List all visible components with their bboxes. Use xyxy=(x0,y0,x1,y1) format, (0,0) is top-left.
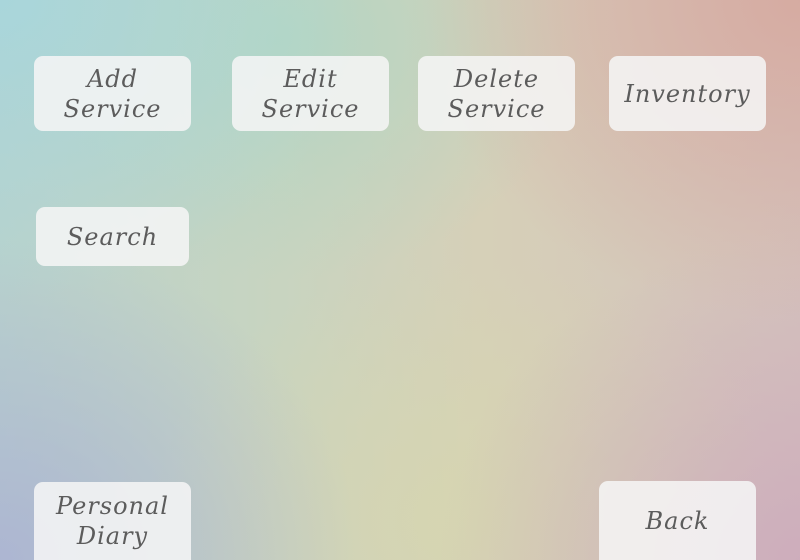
inventory-button[interactable]: Inventory xyxy=(609,56,766,131)
back-button[interactable]: Back xyxy=(599,481,756,560)
add-service-button[interactable]: Add Service xyxy=(34,56,191,131)
edit-service-button[interactable]: Edit Service xyxy=(232,56,389,131)
inventory-label: Inventory xyxy=(624,79,751,108)
delete-service-label: Delete Service xyxy=(447,64,546,123)
personal-diary-label: Personal Diary xyxy=(56,492,169,550)
search-label: Search xyxy=(66,222,159,251)
delete-service-button[interactable]: Delete Service xyxy=(418,56,575,131)
personal-diary-button[interactable]: Personal Diary xyxy=(34,482,191,560)
back-label: Back xyxy=(645,506,710,535)
edit-service-label: Edit Service xyxy=(261,64,360,123)
search-button[interactable]: Search xyxy=(36,207,189,266)
add-service-label: Add Service xyxy=(63,64,162,123)
